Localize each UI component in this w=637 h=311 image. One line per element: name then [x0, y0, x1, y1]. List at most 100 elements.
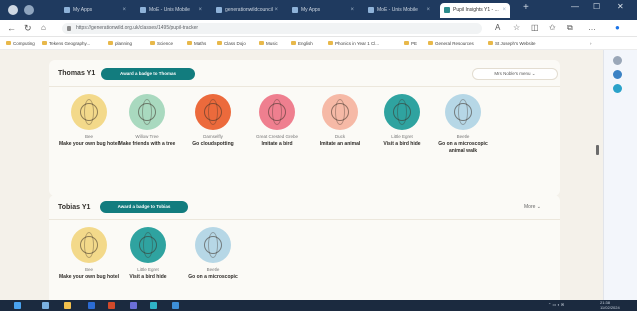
bookmark-music[interactable]: Music	[259, 39, 278, 48]
tab-unis-mobile-1[interactable]: MoE - Unis Mobile ×	[136, 3, 206, 18]
minimize-icon[interactable]: —	[571, 2, 579, 11]
willow-tree-icon	[129, 94, 165, 130]
new-tab-plus-icon[interactable]: +	[523, 2, 529, 13]
bookmark-label: St Joseph's Website	[495, 41, 536, 46]
bookmark-st-josephs[interactable]: St Joseph's Website	[488, 39, 536, 48]
bookmark-planning[interactable]: planning	[108, 39, 132, 48]
menu-label: Mrs Noble's menu	[494, 71, 531, 76]
tab-label: Pupil Insights Y1 - ...	[453, 7, 499, 13]
badge-little-egret[interactable]: Little Egret Visit a bird hide	[372, 94, 432, 148]
tab-favicon	[444, 7, 450, 13]
award-badge-button[interactable]: Award a badge to Tobias	[100, 201, 188, 213]
badge-beetle[interactable]: Beetle Go on a microscopic	[183, 227, 243, 281]
close-window-icon[interactable]: ✕	[617, 2, 624, 11]
task-view-icon[interactable]	[42, 302, 49, 309]
badge-task: Go on a microscopic animal walk	[438, 141, 488, 154]
folder-icon	[6, 41, 11, 45]
tab-favicon	[64, 7, 70, 13]
edge-icon[interactable]	[150, 302, 157, 309]
bookmark-geography[interactable]: Tekens Geography...	[42, 39, 90, 48]
tab-my-apps-2[interactable]: My Apps ×	[288, 3, 358, 18]
bookmark-english[interactable]: English	[291, 39, 313, 48]
egret-icon	[384, 94, 420, 130]
workspaces-icon[interactable]	[24, 5, 34, 15]
shopping-icon[interactable]	[613, 70, 622, 79]
word-icon[interactable]	[88, 302, 95, 309]
bookmark-label: planning	[115, 41, 133, 46]
photos-icon[interactable]	[172, 302, 179, 309]
badge-bee[interactable]: Bee Make your own bug hotel	[59, 227, 119, 281]
start-icon[interactable]	[14, 302, 21, 309]
teacher-menu-button[interactable]: Mrs Noble's menu ⌄	[472, 68, 558, 80]
badge-great-crested-grebe[interactable]: Great Crested Grebe Imitate a bird	[247, 94, 307, 148]
bee-icon	[71, 94, 107, 130]
badge-willow-tree[interactable]: Willow Tree Make friends with a tree	[117, 94, 177, 148]
system-tray-icons[interactable]: ⌃ ▭ ◐ ✉	[548, 302, 564, 308]
tab-my-apps-1[interactable]: My Apps ×	[60, 3, 130, 18]
page-scrollbar-thumb[interactable]	[596, 145, 599, 155]
maximize-icon[interactable]: ☐	[593, 2, 600, 11]
bookmarks-overflow-icon[interactable]: ›	[590, 39, 592, 48]
badge-name: Little Egret	[137, 267, 159, 272]
badge-task: Visit a bird hide	[383, 141, 421, 147]
collections-icon[interactable]: ⧉	[567, 23, 573, 33]
more-menu-button[interactable]: More ⌄	[524, 201, 541, 213]
folder-icon	[291, 41, 296, 45]
close-tab-icon[interactable]: ×	[198, 3, 202, 18]
badge-name: Little Egret	[391, 134, 413, 139]
tools-icon[interactable]	[613, 84, 622, 93]
search-icon[interactable]	[613, 56, 622, 65]
close-tab-icon[interactable]: ×	[350, 3, 354, 18]
bookmark-general-resources[interactable]: General Resources	[428, 39, 474, 48]
badge-bee[interactable]: Bee Make your own bug hotel	[59, 94, 119, 148]
close-tab-icon[interactable]: ×	[426, 3, 430, 18]
badge-task: Make your own bug hotel	[59, 141, 120, 147]
badge-task: Go cloudspotting	[192, 141, 234, 147]
bee-icon	[71, 227, 107, 263]
more-options-icon[interactable]: …	[588, 23, 596, 32]
chevron-down-icon: ⌄	[531, 71, 536, 76]
favorites-icon[interactable]: ✩	[549, 23, 556, 32]
badge-little-egret[interactable]: Little Egret Visit a bird hide	[118, 227, 178, 281]
back-arrow-icon[interactable]: ←	[7, 23, 16, 33]
award-badge-button[interactable]: Award a badge to Thomas	[101, 68, 195, 80]
close-tab-icon[interactable]: ×	[122, 3, 126, 18]
teams-icon[interactable]	[130, 302, 137, 309]
bookmark-class-dojo[interactable]: Class Dojo	[217, 39, 246, 48]
badge-damselfly[interactable]: Damselfly Go cloudspotting	[183, 94, 243, 148]
explorer-icon[interactable]	[64, 302, 71, 309]
bookmark-science[interactable]: Science	[150, 39, 173, 48]
split-screen-icon[interactable]: ◫	[531, 23, 539, 32]
read-aloud-icon[interactable]: A	[495, 23, 500, 32]
menu-label: More	[524, 204, 536, 210]
profile-icon[interactable]	[8, 5, 18, 15]
star-icon[interactable]: ☆	[513, 23, 520, 32]
bookmark-label: Maths	[194, 41, 207, 46]
bookmark-label: Music	[266, 41, 278, 46]
copilot-icon[interactable]: ●	[615, 23, 620, 32]
tab-pupil-insights[interactable]: Pupil Insights Y1 - ... ×	[440, 3, 510, 18]
folder-icon	[488, 41, 493, 45]
bookmark-computing[interactable]: Computing	[6, 39, 35, 48]
badge-duck[interactable]: Duck Imitate an animal	[310, 94, 370, 148]
damselfly-icon	[195, 94, 231, 130]
home-icon[interactable]: ⌂	[41, 23, 46, 32]
folder-icon	[259, 41, 264, 45]
tab-favicon	[292, 7, 298, 13]
badge-task: Make friends with a tree	[118, 141, 176, 147]
address-bar-row: ← ↻ ⌂ https://generationwild.org.uk/clas…	[0, 20, 637, 37]
bookmark-phonics[interactable]: Phonics in Year 1 Cl...	[328, 39, 379, 48]
tab-generationwild[interactable]: generationwildcouncil ×	[212, 3, 282, 18]
bookmark-maths[interactable]: Maths	[187, 39, 206, 48]
browser-sidebar	[603, 50, 637, 300]
url-input[interactable]: https://generationwild.org.uk/classes/14…	[62, 23, 482, 34]
clock[interactable]: 21:38 11/02/2024	[600, 300, 620, 310]
beetle-icon	[445, 94, 481, 130]
refresh-icon[interactable]: ↻	[24, 23, 32, 34]
badge-beetle[interactable]: Beetle Go on a microscopic animal walk	[433, 94, 493, 154]
close-tab-icon[interactable]: ×	[502, 3, 506, 18]
tab-unis-mobile-2[interactable]: MoE - Unis Mobile ×	[364, 3, 434, 18]
close-tab-icon[interactable]: ×	[274, 3, 278, 18]
bookmark-pe[interactable]: PE	[404, 39, 417, 48]
powerpoint-icon[interactable]	[108, 302, 115, 309]
